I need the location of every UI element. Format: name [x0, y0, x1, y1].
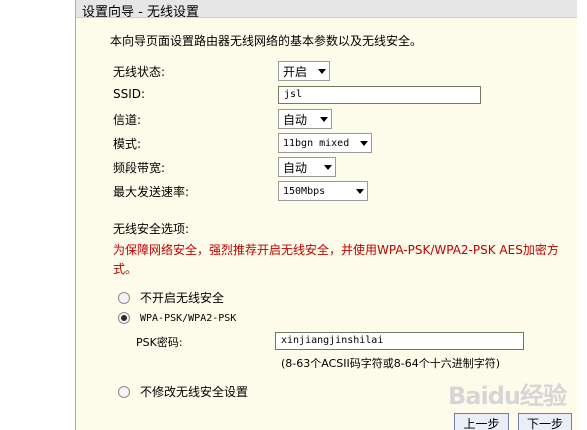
mode-label: 模式: — [113, 137, 142, 151]
radio-no-security[interactable]: 不开启无线安全 — [118, 289, 224, 306]
mode-select[interactable]: 11bgn mixed — [278, 133, 372, 153]
radio-wpa-psk-label: WPA-PSK/WPA2-PSK — [140, 312, 237, 324]
bandwidth-label: 频段带宽: — [113, 161, 166, 175]
radio-icon[interactable] — [118, 385, 130, 398]
chevron-down-icon — [357, 134, 371, 152]
next-button[interactable]: 下一步 — [518, 413, 572, 430]
watermark-text: Baidu — [448, 382, 521, 410]
wireless-status-label: 无线状态: — [113, 65, 166, 79]
radio-icon[interactable] — [118, 291, 130, 304]
bandwidth-value: 自动 — [283, 160, 308, 175]
channel-label: 信道: — [113, 113, 142, 127]
psk-password-label: PSK密码: — [136, 336, 183, 349]
ssid-label: SSID: — [113, 87, 146, 101]
wizard-panel: 设置向导 - 无线设置 本向导页面设置路由器无线网络的基本参数以及无线安全。 无… — [75, 0, 578, 430]
prev-button[interactable]: 上一步 — [454, 413, 509, 430]
radio-keep-security-label: 不修改无线安全设置 — [140, 385, 249, 399]
psk-password-input[interactable]: xinjiangjinshilai — [275, 332, 524, 350]
watermark-suffix: 经验 — [519, 382, 567, 410]
baidu-watermark: Baidu经验 — [448, 376, 567, 411]
psk-hint: (8-63个ACSII码字符或8-64个十六进制字符) — [281, 357, 500, 370]
chevron-down-icon — [353, 182, 367, 200]
ssid-input[interactable]: jsl — [278, 86, 481, 104]
left-margin — [0, 0, 75, 430]
radio-no-security-label: 不开启无线安全 — [140, 291, 225, 305]
radio-icon[interactable] — [118, 312, 130, 324]
channel-value: 自动 — [283, 112, 308, 127]
intro-text: 本向导页面设置路由器无线网络的基本参数以及无线安全。 — [110, 34, 423, 48]
radio-wpa-psk[interactable]: WPA-PSK/WPA2-PSK — [118, 312, 236, 324]
max-rate-select[interactable]: 150Mbps — [278, 181, 368, 201]
right-margin — [577, 0, 587, 430]
chevron-down-icon — [321, 158, 335, 176]
mode-value: 11bgn mixed — [283, 137, 350, 149]
wireless-status-select[interactable]: 开启 — [278, 61, 330, 81]
security-section-title: 无线安全选项: — [113, 222, 190, 236]
radio-keep-security[interactable]: 不修改无线安全设置 — [118, 383, 248, 400]
bandwidth-select[interactable]: 自动 — [278, 157, 336, 177]
security-warning: 为保障网络安全，强烈推荐开启无线安全，并使用WPA-PSK/WPA2-PSK A… — [113, 243, 559, 276]
chevron-down-icon — [315, 62, 329, 80]
channel-select[interactable]: 自动 — [278, 109, 332, 129]
chevron-down-icon — [317, 110, 331, 128]
title-bar: 设置向导 - 无线设置 — [76, 0, 578, 20]
page-title: 设置向导 - 无线设置 — [82, 5, 199, 20]
max-rate-label: 最大发送速率: — [113, 185, 190, 199]
wireless-status-value: 开启 — [283, 64, 308, 79]
max-rate-value: 150Mbps — [283, 185, 326, 197]
